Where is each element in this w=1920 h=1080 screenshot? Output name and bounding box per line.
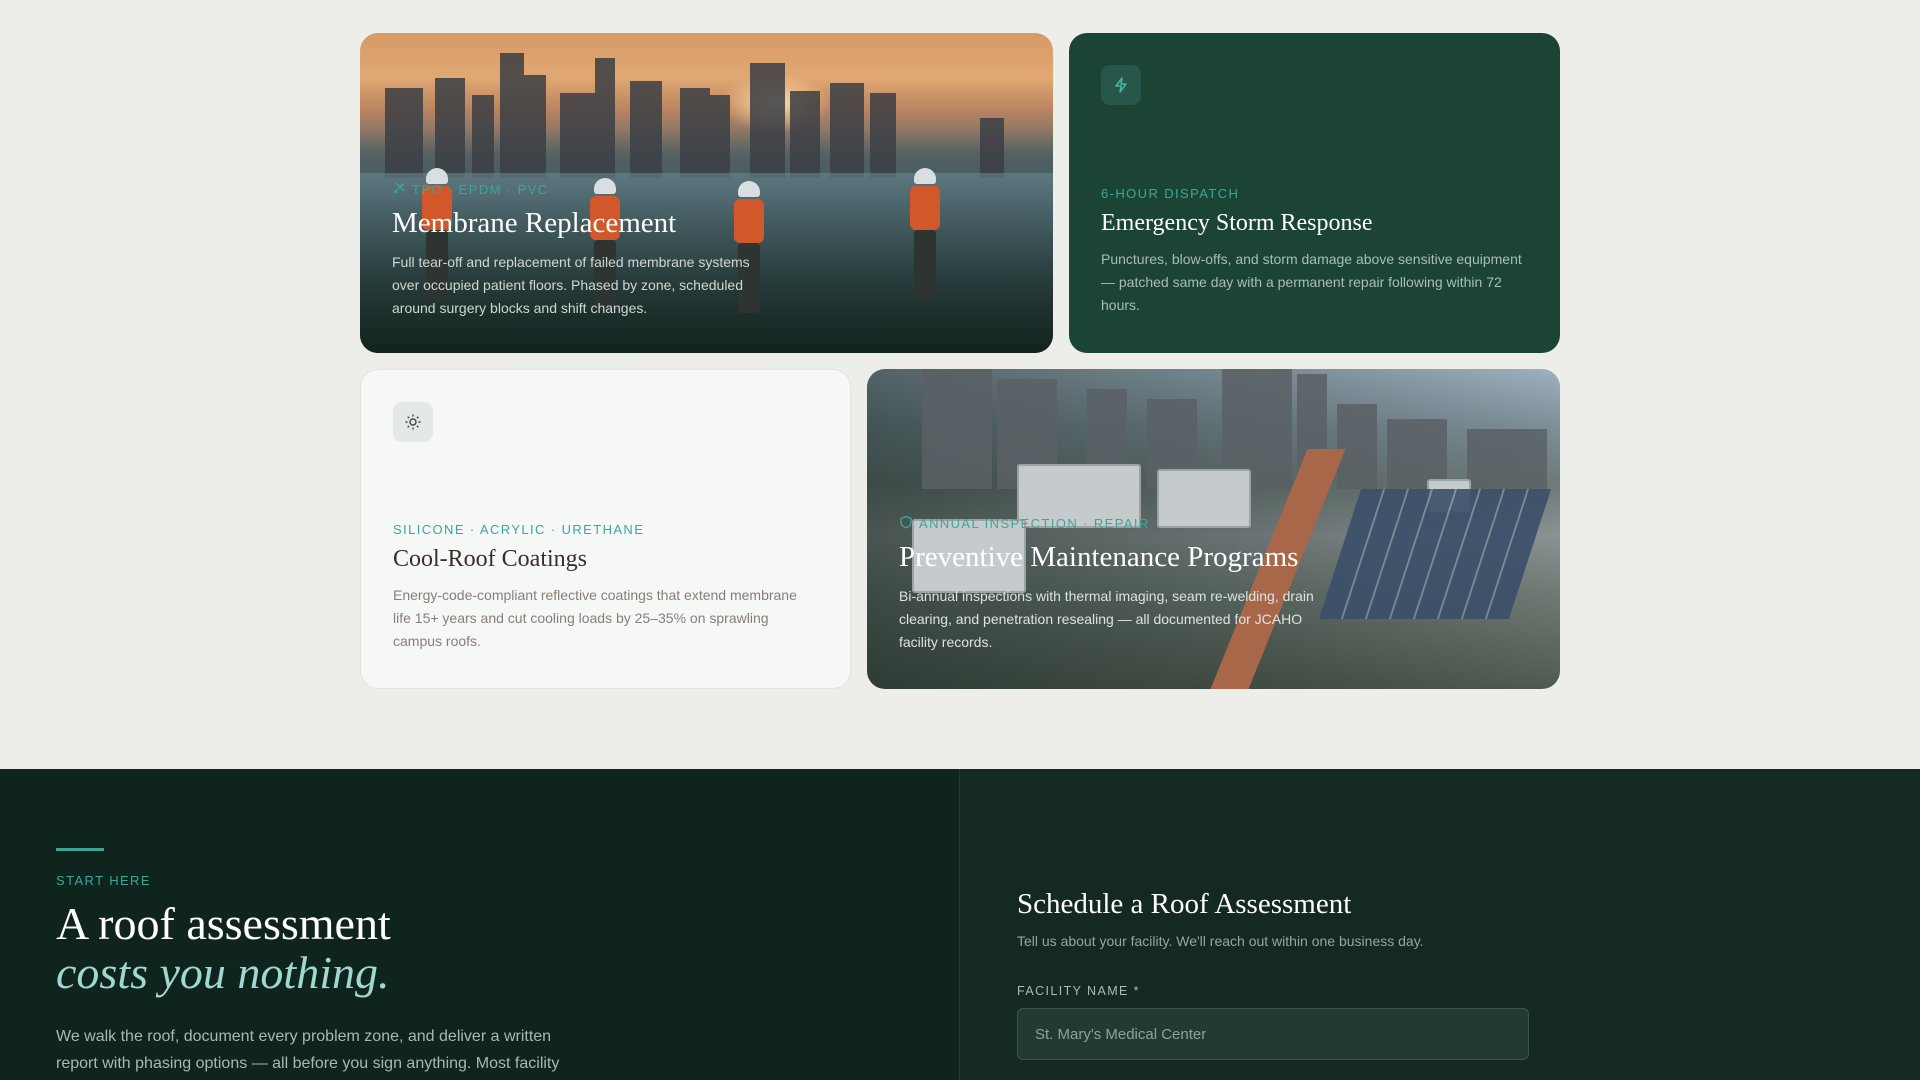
page: TPO · EPDM · PVC Membrane Replacement Fu…	[0, 0, 1920, 1080]
membrane-replacement-card[interactable]: TPO · EPDM · PVC Membrane Replacement Fu…	[360, 33, 1053, 353]
shield-icon	[899, 515, 913, 532]
city-skyline-image	[385, 53, 1004, 178]
card-eyebrow: 6-HOUR DISPATCH	[1101, 186, 1240, 201]
emergency-storm-card[interactable]: 6-HOUR DISPATCH Emergency Storm Response…	[1069, 33, 1560, 353]
form-title: Schedule a Roof Assessment	[1017, 888, 1352, 920]
lightning-icon	[1101, 65, 1141, 105]
solar-panels	[1318, 489, 1552, 619]
card-description: Energy-code-compliant reflective coating…	[393, 586, 797, 649]
card-eyebrow: TPO · EPDM · PVC	[392, 181, 772, 198]
preventive-maintenance-card[interactable]: ANNUAL INSPECTION · REPAIR Preventive Ma…	[867, 369, 1560, 689]
worker-figure	[908, 168, 942, 308]
card-content: SILICONE · ACRYLIC · URETHANE Cool-Roof …	[393, 522, 818, 653]
assessment-form-section: Schedule a Roof Assessment Tell us about…	[959, 769, 1920, 1080]
card-eyebrow-text: TPO · EPDM · PVC	[412, 182, 549, 197]
card-title: Preventive Maintenance Programs	[899, 541, 1299, 573]
card-title: Cool-Roof Coatings	[393, 546, 588, 572]
card-content: 6-HOUR DISPATCH Emergency Storm Response…	[1101, 186, 1528, 317]
card-eyebrow: ANNUAL INSPECTION · REPAIR	[899, 515, 1319, 532]
tools-icon	[392, 181, 406, 198]
section-label: START HERE	[56, 873, 151, 888]
facility-name-label: FACILITY NAME *	[1017, 984, 1140, 998]
sun-icon	[393, 402, 433, 442]
card-eyebrow: SILICONE · ACRYLIC · URETHANE	[393, 522, 645, 537]
cool-roof-coatings-card[interactable]: SILICONE · ACRYLIC · URETHANE Cool-Roof …	[360, 369, 851, 689]
card-title: Emergency Storm Response	[1101, 210, 1373, 236]
card-description: Punctures, blow-offs, and storm damage a…	[1101, 250, 1522, 313]
assessment-cta-section: START HERE A roof assessment costs you n…	[0, 769, 959, 1080]
card-content: TPO · EPDM · PVC Membrane Replacement Fu…	[392, 181, 772, 320]
card-content: ANNUAL INSPECTION · REPAIR Preventive Ma…	[899, 515, 1319, 654]
cta-heading-line2: costs you nothing.	[56, 947, 390, 998]
card-eyebrow-text: ANNUAL INSPECTION · REPAIR	[919, 516, 1150, 531]
cta-heading-line1: A roof assessment	[56, 898, 391, 949]
cta-body: We walk the roof, document every problem…	[56, 1028, 560, 1072]
card-title: Membrane Replacement	[392, 207, 677, 239]
cta-heading: A roof assessment costs you nothing.	[56, 899, 391, 997]
form-subtitle: Tell us about your facility. We'll reach…	[1017, 933, 1424, 949]
facility-name-input[interactable]	[1017, 1008, 1529, 1060]
card-description: Full tear-off and replacement of failed …	[392, 253, 750, 316]
accent-rule	[56, 848, 104, 851]
card-description: Bi-annual inspections with thermal imagi…	[899, 587, 1314, 650]
